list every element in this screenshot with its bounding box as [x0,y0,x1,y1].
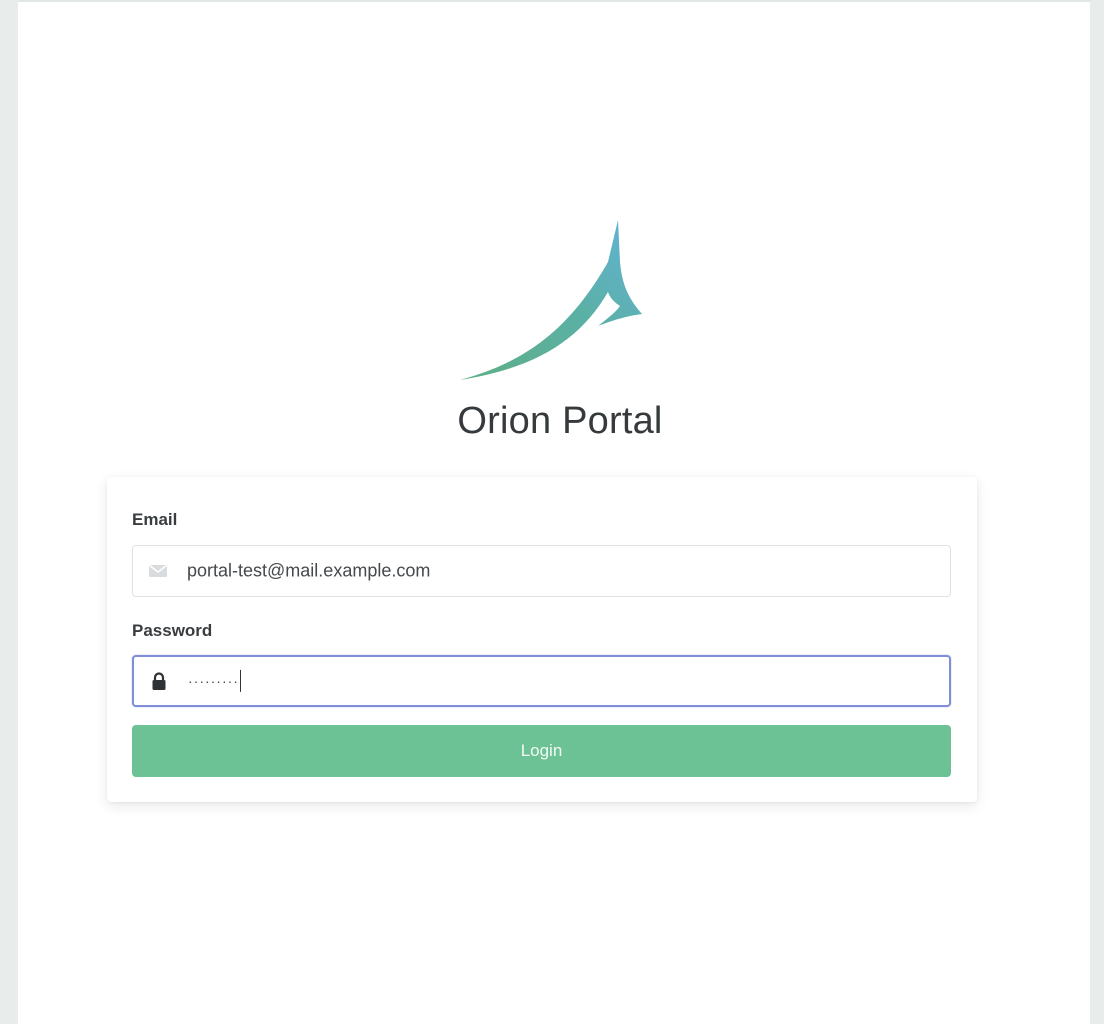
page-title: Orion Portal [457,400,663,442]
email-value: portal-test@mail.example.com [187,560,431,581]
envelope-icon [148,561,168,581]
password-field[interactable]: ········· [132,655,951,707]
password-value: ········· [188,670,241,693]
password-mask: ········· [188,672,239,689]
password-label: Password [132,621,213,640]
lock-icon [149,671,169,691]
login-button[interactable]: Login [132,725,951,777]
email-field[interactable]: portal-test@mail.example.com [132,545,951,597]
orion-logo [458,214,658,386]
login-card: Email portal-test@mail.example.com Passw… [107,477,977,802]
text-caret [239,670,241,693]
email-label: Email [132,510,178,529]
